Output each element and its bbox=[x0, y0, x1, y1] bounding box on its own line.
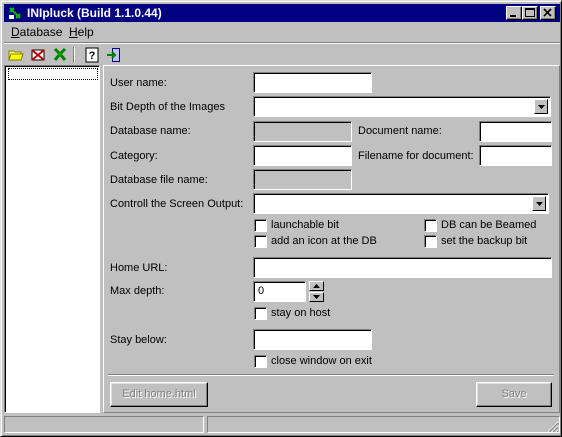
document-name-field[interactable] bbox=[479, 121, 552, 142]
stay-on-host-checkbox[interactable] bbox=[254, 307, 267, 320]
max-depth-down-button[interactable] bbox=[309, 292, 324, 302]
menu-help-mnemonic: H bbox=[69, 25, 78, 39]
screen-output-label: Controll the Screen Output: bbox=[110, 198, 244, 210]
screen-output-dropdown-button[interactable] bbox=[532, 196, 546, 211]
bit-depth-dropdown-button[interactable] bbox=[534, 99, 548, 114]
max-depth-up-button[interactable] bbox=[309, 281, 324, 291]
max-depth-field[interactable]: 0 bbox=[253, 281, 306, 302]
menu-help-label: elp bbox=[77, 25, 94, 39]
toolbar: ? bbox=[4, 42, 560, 66]
menu-database[interactable]: Database bbox=[6, 25, 67, 40]
db-can-be-beamed-checkbox[interactable] bbox=[424, 219, 437, 232]
bit-depth-select[interactable] bbox=[253, 96, 551, 117]
max-depth-label: Max depth: bbox=[110, 285, 165, 297]
database-tree[interactable] bbox=[4, 65, 100, 413]
save-button[interactable]: Save bbox=[476, 382, 552, 407]
panel-divider bbox=[108, 374, 554, 376]
database-name-field bbox=[253, 121, 352, 142]
open-folder-icon bbox=[8, 50, 24, 61]
status-panel-left bbox=[4, 416, 204, 433]
filename-for-document-field[interactable] bbox=[479, 145, 552, 166]
help-button[interactable]: ? bbox=[82, 46, 102, 64]
user-name-field[interactable] bbox=[253, 72, 372, 93]
menu-database-mnemonic: D bbox=[11, 25, 20, 39]
menu-bar: Database Help bbox=[4, 23, 560, 42]
home-url-field[interactable] bbox=[253, 257, 552, 278]
stay-below-field[interactable] bbox=[253, 329, 372, 350]
database-name-label: Database name: bbox=[110, 125, 191, 137]
chevron-down-icon bbox=[538, 105, 545, 109]
maximize-button[interactable] bbox=[522, 6, 538, 20]
screen-output-select[interactable] bbox=[253, 193, 549, 214]
tree-focus-item[interactable] bbox=[8, 68, 98, 80]
pluck-button[interactable] bbox=[50, 46, 70, 64]
status-panel-right bbox=[207, 416, 560, 433]
toolbar-separator bbox=[73, 47, 75, 63]
backup-bit-label: set the backup bit bbox=[441, 235, 528, 247]
chevron-down-icon bbox=[536, 202, 543, 206]
category-label: Category: bbox=[110, 150, 158, 162]
minimize-icon bbox=[510, 15, 516, 17]
menu-database-label: atabase bbox=[19, 25, 63, 39]
stay-below-label: Stay below: bbox=[110, 334, 167, 346]
document-name-label: Document name: bbox=[358, 125, 442, 137]
exit-button[interactable] bbox=[104, 46, 124, 64]
database-file-name-label: Database file name: bbox=[110, 174, 208, 186]
edit-home-button[interactable]: Edit home.html bbox=[110, 382, 208, 407]
help-icon: ? bbox=[85, 47, 99, 63]
status-bar bbox=[4, 415, 560, 434]
close-window-label: close window on exit bbox=[271, 355, 372, 367]
category-field[interactable] bbox=[253, 145, 352, 166]
svg-text:?: ? bbox=[89, 50, 96, 62]
menu-help[interactable]: Help bbox=[64, 25, 99, 40]
close-window-checkbox[interactable] bbox=[254, 355, 267, 368]
add-icon-label: add an icon at the DB bbox=[271, 235, 377, 247]
launchable-bit-checkbox[interactable] bbox=[254, 219, 267, 232]
chevron-down-icon bbox=[313, 295, 320, 299]
close-icon bbox=[543, 8, 552, 17]
minimize-button[interactable] bbox=[506, 6, 522, 20]
home-url-label: Home URL: bbox=[110, 262, 168, 274]
delete-database-icon bbox=[31, 49, 45, 61]
database-file-name-field bbox=[253, 169, 352, 190]
launchable-bit-label: launchable bit bbox=[271, 219, 339, 231]
add-icon-checkbox[interactable] bbox=[254, 235, 267, 248]
exit-icon bbox=[107, 48, 120, 62]
app-icon bbox=[7, 5, 23, 21]
backup-bit-checkbox[interactable] bbox=[424, 235, 437, 248]
user-name-label: User name: bbox=[110, 77, 167, 89]
application-window: INIpluck (Build 1.1.0.44) Database Help bbox=[0, 0, 562, 437]
resize-grip-icon[interactable] bbox=[547, 421, 559, 433]
bit-depth-label: Bit Depth of the Images bbox=[110, 101, 225, 113]
close-button[interactable] bbox=[540, 6, 556, 20]
stay-on-host-label: stay on host bbox=[271, 307, 331, 319]
delete-button[interactable] bbox=[28, 46, 48, 64]
title-bar[interactable]: INIpluck (Build 1.1.0.44) bbox=[4, 4, 560, 22]
chevron-up-icon bbox=[313, 284, 320, 288]
db-can-be-beamed-label: DB can be Beamed bbox=[441, 219, 537, 231]
window-title: INIpluck (Build 1.1.0.44) bbox=[27, 6, 162, 20]
properties-panel: User name: Bit Depth of the Images Datab… bbox=[103, 65, 560, 413]
pluck-icon bbox=[53, 47, 67, 61]
open-button[interactable] bbox=[6, 46, 26, 64]
filename-for-document-label: Filename for document: bbox=[358, 150, 474, 162]
maximize-icon bbox=[525, 8, 535, 17]
